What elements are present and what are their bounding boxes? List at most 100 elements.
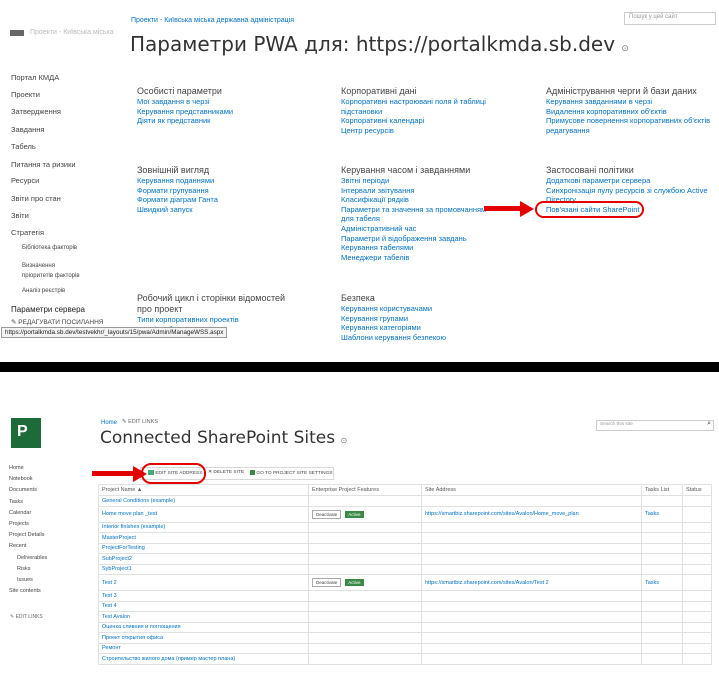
active-badge[interactable]: Active — [345, 510, 364, 518]
settings-link[interactable]: Інтервали звітування — [341, 186, 414, 196]
settings-link[interactable]: Керування представниками — [137, 107, 233, 117]
settings-link[interactable]: Адміністративний час — [341, 224, 416, 234]
edit-links[interactable]: ✎ РЕДАГУВАТИ ПОСИЛАННЯ — [11, 318, 104, 326]
settings-link[interactable]: Корпоративні календарі — [341, 116, 424, 126]
nav-item[interactable]: Risks — [17, 566, 30, 572]
nav-item[interactable]: Ресурси — [11, 176, 39, 185]
settings-link[interactable]: Синхронізація пулу ресурсів зі службою A… — [546, 186, 707, 196]
nav-item[interactable]: Звіти — [11, 211, 29, 220]
settings-link[interactable]: редагування — [546, 126, 590, 136]
site-address-link[interactable] — [421, 621, 642, 633]
tasks-list-link[interactable] — [641, 563, 683, 575]
column-header[interactable]: Project Name ▲ — [98, 484, 309, 496]
site-address-link[interactable] — [421, 653, 642, 665]
tasks-list-link[interactable] — [641, 621, 683, 633]
settings-link[interactable]: Діяти як представник — [137, 116, 210, 126]
settings-link[interactable]: Примусове повернення корпоративних об'єк… — [546, 116, 710, 126]
tasks-list-link[interactable] — [641, 600, 683, 612]
nav-item[interactable]: Завдання — [11, 125, 45, 134]
site-address-link[interactable] — [421, 542, 642, 554]
nav-item[interactable]: Documents — [9, 487, 37, 493]
tasks-list-link[interactable]: Tasks — [641, 574, 683, 591]
settings-link[interactable]: Керування завданнями в черзі — [546, 97, 652, 107]
column-header[interactable]: Enterprise Project Features — [308, 484, 422, 496]
settings-link[interactable]: Менеджери табелів — [341, 253, 409, 263]
settings-link[interactable]: Класифікації рядків — [341, 195, 409, 205]
project-name-link[interactable]: Строительство жилого дома (пример мастер… — [98, 653, 309, 665]
settings-link[interactable]: Корпоративні настроювані поля й таблиці — [341, 97, 486, 107]
site-address-link[interactable] — [421, 563, 642, 575]
settings-link[interactable]: Шаблони керування безпекою — [341, 333, 446, 343]
project-name-link[interactable]: ProjectForTesting — [98, 542, 309, 554]
nav-item[interactable]: Issues — [17, 577, 33, 583]
project-logo[interactable]: P — [11, 418, 41, 448]
settings-link[interactable]: Параметри та значення за промовчанням — [341, 205, 486, 215]
site-address-link[interactable] — [421, 611, 642, 623]
tasks-list-link[interactable] — [641, 642, 683, 654]
column-header[interactable]: Status — [682, 484, 712, 496]
settings-link[interactable]: Керування групами — [341, 314, 408, 324]
site-address-link[interactable] — [421, 495, 642, 507]
project-name-link[interactable]: Home move plan _test — [98, 505, 309, 523]
nav-item[interactable]: Deliverables — [17, 555, 47, 561]
project-site-settings-button[interactable]: GO TO PROJECT SITE SETTINGS — [250, 470, 333, 476]
nav-item[interactable]: Projects — [9, 521, 29, 527]
nav-item[interactable]: Project Details — [9, 532, 44, 538]
nav-item[interactable]: Site contents — [9, 588, 41, 594]
project-name-link[interactable]: SubProject2 — [98, 553, 309, 565]
edit-links-top[interactable]: ✎ EDIT LINKS — [122, 419, 158, 425]
nav-item[interactable]: Home — [9, 465, 24, 471]
settings-link[interactable]: Керування поданнями — [137, 176, 214, 186]
nav-item[interactable]: Tasks — [9, 499, 23, 505]
nav-item[interactable]: Notebook — [9, 476, 33, 482]
settings-link[interactable]: Мої завдання в черзі — [137, 97, 210, 107]
project-name-link[interactable]: Ремонт — [98, 642, 309, 654]
settings-link[interactable]: підстановки — [341, 107, 382, 117]
breadcrumb[interactable]: Проекти - Київська міська державна адмін… — [131, 16, 294, 26]
site-address-link[interactable] — [421, 521, 642, 533]
nav-item[interactable]: Питання та ризики — [11, 160, 76, 169]
settings-link[interactable]: Параметри й відображення завдань — [341, 234, 467, 244]
settings-link[interactable]: Типи корпоративних проектів — [137, 315, 239, 325]
site-address-link[interactable] — [421, 632, 642, 644]
site-name-cut[interactable]: Проекти - Київська міська — [30, 29, 114, 36]
column-header[interactable]: Site Address — [421, 484, 642, 496]
settings-link[interactable]: Швидкий запуск — [137, 205, 193, 215]
nav-item[interactable]: Аналіз реєстрів — [22, 288, 65, 294]
project-name-link[interactable]: Проект открытия офиса — [98, 632, 309, 644]
search-input[interactable]: Пошук у цей сайт — [624, 12, 716, 25]
nav-item[interactable]: Визначення — [22, 263, 55, 269]
nav-item[interactable]: Табель — [11, 142, 36, 151]
project-name-link[interactable]: Test 4 — [98, 600, 309, 612]
project-name-link[interactable]: SybProject1 — [98, 563, 309, 575]
project-name-link[interactable]: Test 2 — [98, 574, 309, 591]
search-input[interactable]: Search this site ⌕ — [596, 420, 714, 431]
settings-link[interactable]: Формати групування — [137, 186, 209, 196]
column-header[interactable]: Tasks List — [641, 484, 683, 496]
nav-item[interactable]: Стратегія — [11, 228, 44, 237]
settings-link[interactable]: Додаткові параметри сервера — [546, 176, 650, 186]
tasks-list-link[interactable]: Tasks — [641, 505, 683, 523]
tasks-list-link[interactable] — [641, 553, 683, 565]
project-name-link[interactable]: Оценка сливния и поглощения — [98, 621, 309, 633]
edit-links[interactable]: ✎ EDIT LINKS — [10, 614, 43, 620]
site-address-link[interactable] — [421, 642, 642, 654]
active-badge[interactable]: Active — [345, 579, 364, 586]
project-name-link[interactable]: Test Avalon — [98, 611, 309, 623]
settings-link[interactable]: Керування табелями — [341, 243, 413, 253]
deactivate-button[interactable]: Deactivate — [312, 578, 342, 587]
nav-item[interactable]: Звіти про стан — [11, 194, 61, 203]
tasks-list-link[interactable] — [641, 542, 683, 554]
settings-link[interactable]: Видалення корпоративних об'єктів — [546, 107, 667, 117]
tasks-list-link[interactable] — [641, 653, 683, 665]
settings-link[interactable]: Звітні періоди — [341, 176, 389, 186]
tasks-list-link[interactable] — [641, 611, 683, 623]
nav-item[interactable]: пріоритетів факторів — [22, 273, 80, 279]
site-address-link[interactable]: https://smartbiz.sharepoint.com/sites/Av… — [421, 574, 642, 591]
nav-item[interactable]: Бібліотека факторів — [22, 245, 77, 251]
settings-link[interactable]: Центр ресурсів — [341, 126, 394, 136]
tasks-list-link[interactable] — [641, 590, 683, 602]
tasks-list-link[interactable] — [641, 495, 683, 507]
search-icon[interactable]: ⌕ — [707, 420, 711, 428]
site-address-link[interactable]: https://smartbiz.sharepoint.com/sites/Av… — [421, 505, 642, 523]
